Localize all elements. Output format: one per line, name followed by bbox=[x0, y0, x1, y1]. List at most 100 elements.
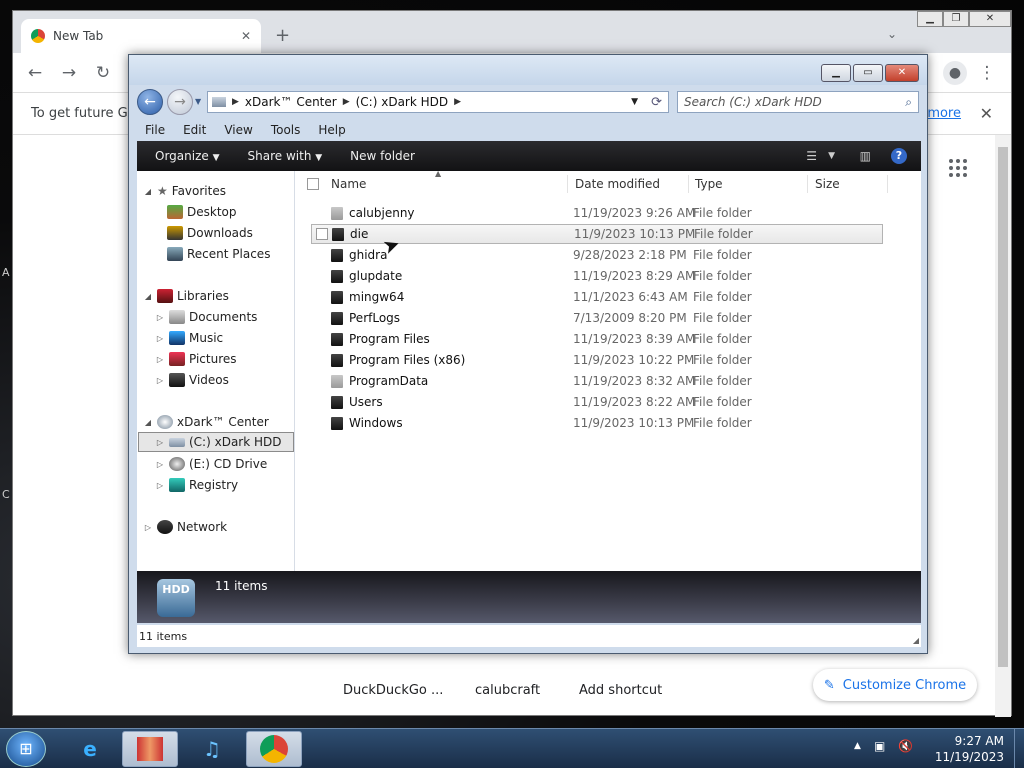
column-divider[interactable] bbox=[567, 175, 568, 193]
menu-file[interactable]: File bbox=[137, 121, 173, 141]
file-explorer-taskbar-icon[interactable] bbox=[122, 731, 178, 767]
help-icon[interactable]: ? bbox=[891, 148, 907, 164]
explorer-close-button[interactable]: ✕ bbox=[885, 64, 919, 82]
breadcrumb-c-drive[interactable]: (C:) xDark HDD bbox=[356, 95, 449, 109]
address-bar[interactable]: ▶ xDark™ Center ▶ (C:) xDark HDD ▶ ▼ ⟳ bbox=[207, 91, 669, 113]
collapsed-arrow-icon[interactable]: ▷ bbox=[155, 481, 165, 490]
shortcut-duckduckgo[interactable]: DuckDuckGo ... bbox=[343, 683, 443, 698]
nav-e-drive[interactable]: ▷ (E:) CD Drive bbox=[155, 454, 267, 474]
column-divider[interactable] bbox=[807, 175, 808, 193]
column-size[interactable]: Size bbox=[815, 177, 840, 191]
collapsed-arrow-icon[interactable]: ▷ bbox=[155, 355, 165, 364]
menu-edit[interactable]: Edit bbox=[175, 121, 214, 141]
search-icon[interactable]: ⌕ bbox=[905, 95, 912, 110]
chevron-right-icon[interactable]: ▶ bbox=[232, 97, 239, 107]
clock[interactable]: 9:27 AM 11/19/2023 bbox=[935, 733, 1004, 765]
back-button[interactable]: ← bbox=[137, 89, 163, 115]
close-tab-icon[interactable]: ✕ bbox=[241, 29, 251, 43]
nav-downloads[interactable]: Downloads bbox=[167, 223, 253, 243]
preview-pane-icon[interactable]: ▥ bbox=[860, 149, 871, 163]
chevron-right-icon[interactable]: ▶ bbox=[343, 97, 350, 107]
file-row[interactable]: ProgramData 11/19/2023 8:32 AM File folder bbox=[311, 371, 883, 391]
tab-search-icon[interactable]: ⌄ bbox=[887, 27, 897, 41]
start-button[interactable]: ⊞ bbox=[6, 731, 46, 767]
share-with-button[interactable]: Share with ▼ bbox=[238, 149, 333, 163]
expanded-arrow-icon[interactable]: ◢ bbox=[143, 187, 153, 196]
profile-icon[interactable]: ● bbox=[943, 60, 967, 85]
menu-kebab-icon[interactable]: ⋮ bbox=[977, 63, 997, 83]
menu-help[interactable]: Help bbox=[310, 121, 353, 141]
explorer-minimize-button[interactable]: ▁ bbox=[821, 64, 851, 82]
file-row[interactable]: Program Files (x86) 11/9/2023 10:22 PM Fil… bbox=[311, 350, 883, 370]
collapsed-arrow-icon[interactable]: ▷ bbox=[155, 460, 165, 469]
collapsed-arrow-icon[interactable]: ▷ bbox=[143, 523, 153, 532]
menu-view[interactable]: View bbox=[216, 121, 260, 141]
explorer-titlebar[interactable]: ▁ ▭ ✕ bbox=[129, 55, 927, 85]
music-player-taskbar-icon[interactable]: ♫ bbox=[184, 731, 240, 767]
nav-desktop[interactable]: Desktop bbox=[167, 202, 237, 222]
infobar-more-link[interactable]: more bbox=[927, 106, 961, 121]
expanded-arrow-icon[interactable]: ◢ bbox=[143, 418, 153, 427]
close-button[interactable]: ✕ bbox=[969, 11, 1011, 27]
nav-xdark-center[interactable]: ◢ xDark™ Center bbox=[143, 412, 269, 432]
page-scrollbar[interactable] bbox=[995, 135, 1011, 717]
column-type[interactable]: Type bbox=[695, 177, 723, 191]
expanded-arrow-icon[interactable]: ◢ bbox=[143, 292, 153, 301]
file-row[interactable]: Program Files 11/19/2023 8:39 AM File fold… bbox=[311, 329, 883, 349]
new-folder-button[interactable]: New folder bbox=[340, 149, 425, 163]
nav-pictures[interactable]: ▷ Pictures bbox=[155, 349, 237, 369]
nav-registry[interactable]: ▷ Registry bbox=[155, 475, 238, 495]
view-options-icon[interactable]: ☰ bbox=[806, 149, 817, 163]
collapsed-arrow-icon[interactable]: ▷ bbox=[155, 313, 165, 322]
file-row[interactable]: calubjenny 11/19/2023 9:26 AM File folder bbox=[311, 203, 883, 223]
chevron-right-icon[interactable]: ▶ bbox=[454, 97, 461, 107]
menu-tools[interactable]: Tools bbox=[263, 121, 309, 141]
reload-icon[interactable]: ↻ bbox=[93, 63, 113, 83]
file-row[interactable]: PerfLogs 7/13/2009 8:20 PM File folder bbox=[311, 308, 883, 328]
minimize-button[interactable]: ▁ bbox=[917, 11, 943, 27]
nav-documents[interactable]: ▷ Documents bbox=[155, 307, 257, 327]
column-divider[interactable] bbox=[887, 175, 888, 193]
chrome-taskbar-icon[interactable] bbox=[246, 731, 302, 767]
row-checkbox[interactable] bbox=[316, 228, 328, 240]
customize-chrome-button[interactable]: ✎ Customize Chrome bbox=[813, 669, 977, 701]
collapsed-arrow-icon[interactable]: ▷ bbox=[155, 376, 165, 385]
refresh-icon[interactable]: ⟳ bbox=[651, 95, 662, 110]
nav-c-drive[interactable]: ▷ (C:) xDark HDD bbox=[138, 432, 294, 452]
tab-new-tab[interactable]: New Tab ✕ bbox=[21, 19, 261, 53]
file-row[interactable]: Windows 11/9/2023 10:13 PM File folder bbox=[311, 413, 883, 433]
infobar-close-icon[interactable]: ✕ bbox=[980, 104, 993, 123]
network-tray-icon[interactable]: ▣ bbox=[874, 739, 885, 753]
organize-button[interactable]: Organize ▼ bbox=[145, 149, 230, 163]
new-tab-icon[interactable]: + bbox=[275, 25, 290, 46]
nav-recent-places[interactable]: Recent Places bbox=[167, 244, 270, 264]
show-hidden-icons[interactable]: ▲ bbox=[854, 741, 861, 751]
recent-pages-dropdown-icon[interactable]: ▼ bbox=[195, 97, 201, 106]
file-row[interactable]: glupdate 11/19/2023 8:29 AM File folder bbox=[311, 266, 883, 286]
shortcut-calubcraft[interactable]: calubcraft bbox=[475, 683, 540, 698]
google-apps-icon[interactable] bbox=[949, 159, 967, 177]
column-date-modified[interactable]: Date modified bbox=[575, 177, 660, 191]
select-all-checkbox[interactable] bbox=[307, 178, 319, 190]
address-dropdown-icon[interactable]: ▼ bbox=[631, 97, 638, 107]
nav-network[interactable]: ▷ Network bbox=[143, 517, 227, 537]
column-divider[interactable] bbox=[688, 175, 689, 193]
show-desktop-button[interactable] bbox=[1014, 729, 1024, 768]
nav-videos[interactable]: ▷ Videos bbox=[155, 370, 229, 390]
view-dropdown-icon[interactable]: ▼ bbox=[828, 151, 835, 161]
collapsed-arrow-icon[interactable]: ▷ bbox=[155, 334, 165, 343]
column-name[interactable]: Name bbox=[331, 177, 366, 191]
nav-libraries[interactable]: ◢ Libraries bbox=[143, 286, 229, 306]
nav-music[interactable]: ▷ Music bbox=[155, 328, 223, 348]
collapsed-arrow-icon[interactable]: ▷ bbox=[155, 438, 165, 447]
volume-muted-icon[interactable]: 🔇 bbox=[898, 739, 913, 753]
restore-button[interactable]: ❐ bbox=[943, 11, 969, 27]
scrollbar-thumb[interactable] bbox=[998, 147, 1008, 667]
back-icon[interactable]: ← bbox=[25, 63, 45, 83]
search-input[interactable]: Search (C:) xDark HDD ⌕ bbox=[677, 91, 919, 113]
explorer-maximize-button[interactable]: ▭ bbox=[853, 64, 883, 82]
file-row[interactable]: Users 11/19/2023 8:22 AM File folder bbox=[311, 392, 883, 412]
shortcut-add[interactable]: Add shortcut bbox=[579, 683, 662, 698]
resize-grip-icon[interactable]: ◢ bbox=[913, 636, 919, 645]
forward-button[interactable]: → bbox=[167, 89, 193, 115]
